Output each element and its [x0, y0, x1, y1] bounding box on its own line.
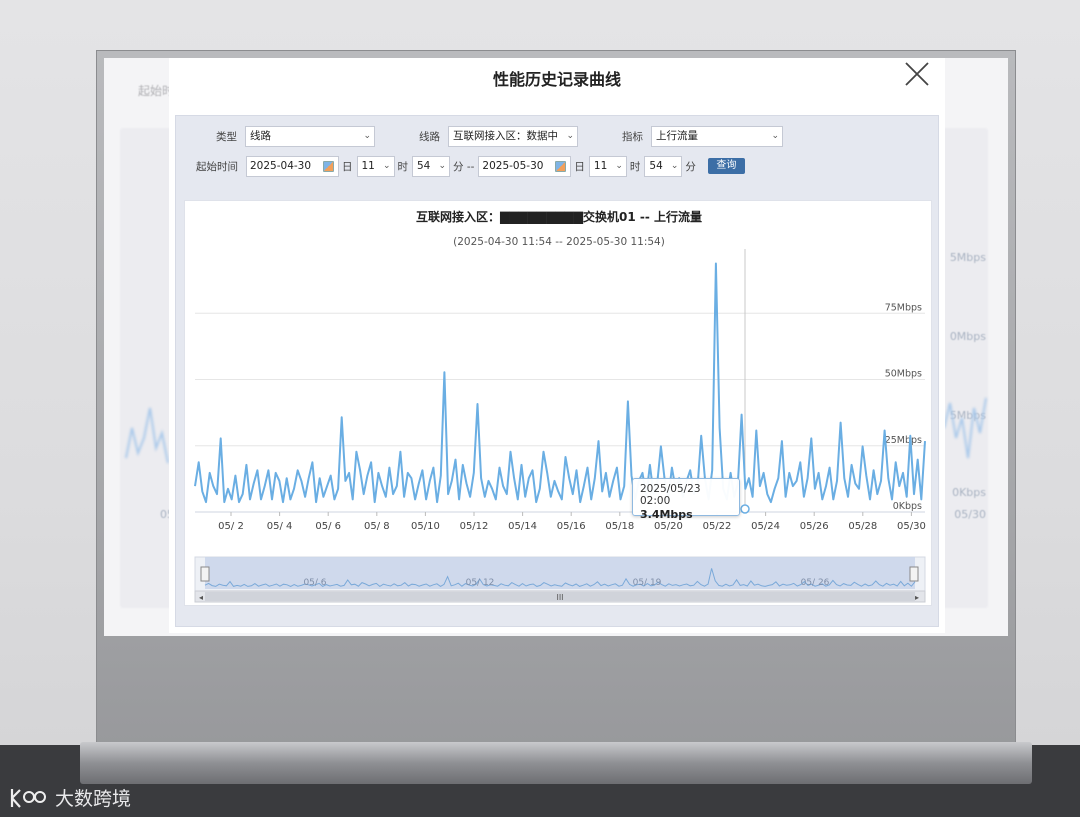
chevron-down-icon: ⌄	[438, 160, 446, 171]
y-tick-label: 50Mbps	[885, 369, 922, 380]
tooltip-time: 2025/05/23 02:00	[640, 483, 701, 507]
background-curve	[125, 407, 169, 464]
line-select-value: 互联网接入区：数据中	[453, 129, 558, 142]
x-tick-label: 05/30	[897, 521, 926, 532]
chart-tooltip: 2025/05/23 02:00 3.4Mbps	[632, 478, 740, 521]
x-tick-label: 05/12	[460, 521, 489, 532]
hour-unit: 时	[397, 160, 409, 173]
navigator-label: 05/ 26	[801, 578, 830, 588]
x-tick-label: 05/14	[508, 521, 537, 532]
end-date-value: 2025-05-30	[482, 159, 544, 172]
navigator-handle	[200, 566, 210, 582]
navigator-label: 05/ 19	[633, 578, 662, 588]
start-min-select[interactable]: 54 ⌄	[412, 155, 450, 177]
calendar-icon[interactable]	[555, 160, 567, 172]
scroll-right-arrow: ▸	[915, 593, 919, 602]
end-min-select[interactable]: 54 ⌄	[644, 155, 683, 177]
start-date-value: 2025-04-30	[250, 159, 312, 172]
line-label: 线路	[419, 130, 440, 143]
min-unit: 分	[685, 160, 696, 173]
x-tick-label: 05/18	[605, 521, 634, 532]
background-tick: 05/30	[954, 508, 986, 521]
end-hour-select[interactable]: 11 ⌄	[588, 155, 627, 177]
y-tick-label: 0Kbps	[893, 501, 922, 512]
metric-select[interactable]: 上行流量 ⌄	[651, 125, 783, 147]
background-tick: 5Mbps	[949, 251, 986, 264]
end-min-value: 54	[649, 159, 663, 172]
chevron-down-icon: ⌄	[363, 130, 371, 141]
chevron-down-icon: ⌄	[771, 130, 779, 141]
performance-history-modal: 性能历史记录曲线 类型 线路 ⌄ 线路 互联网接入区：数据中 ⌄ 指标 上行流量…	[169, 58, 945, 633]
query-panel: 类型 线路 ⌄ 线路 互联网接入区：数据中 ⌄ 指标 上行流量 ⌄ 起始时间 2…	[175, 115, 939, 627]
y-tick-label: 25Mbps	[885, 435, 922, 446]
metric-label: 指标	[622, 130, 643, 143]
x-tick-label: 05/28	[848, 521, 877, 532]
hover-point	[740, 504, 750, 514]
monitor-stand	[80, 742, 1032, 784]
type-select[interactable]: 线路 ⌄	[245, 125, 375, 147]
line-select[interactable]: 互联网接入区：数据中 ⌄	[448, 125, 578, 147]
time-row: 起始时间 2025-04-30 日 11 ⌄ 时 54 ⌄ 分 -- 2025-…	[196, 155, 745, 177]
x-tick-label: 05/ 4	[267, 521, 293, 532]
modal-title: 性能历史记录曲线	[492, 70, 621, 89]
chevron-down-icon: ⌄	[382, 160, 391, 171]
watermark: 大数跨境	[8, 784, 131, 811]
x-tick-label: 05/ 6	[315, 521, 341, 532]
background-tick: 0Kbps	[952, 486, 986, 499]
query-button[interactable]: 查询	[707, 158, 745, 174]
chevron-down-icon: ⌄	[566, 130, 574, 141]
close-icon[interactable]	[903, 60, 931, 88]
calendar-icon[interactable]	[323, 160, 334, 172]
filter-row: 类型 线路 ⌄ 线路 互联网接入区：数据中 ⌄ 指标 上行流量 ⌄	[216, 125, 783, 147]
x-tick-label: 05/ 8	[364, 521, 390, 532]
navigator-label: 05/ 6	[303, 578, 326, 588]
x-tick-label: 05/24	[751, 521, 780, 532]
start-date-input[interactable]: 2025-04-30	[246, 155, 339, 177]
type-label: 类型	[216, 130, 237, 143]
day-unit: 日	[574, 160, 585, 173]
series-line	[194, 262, 926, 504]
start-hour-value: 11	[361, 159, 375, 172]
y-tick-label: 75Mbps	[885, 302, 922, 313]
tooltip-value: 3.4Mbps	[640, 508, 693, 521]
start-hour-select[interactable]: 11 ⌄	[356, 155, 395, 177]
start-min-value: 54	[417, 159, 431, 172]
min-unit-separator: 分 --	[453, 160, 475, 173]
x-tick-label: 05/22	[703, 521, 732, 532]
chevron-down-icon: ⌄	[615, 160, 623, 171]
type-select-value: 线路	[250, 129, 271, 142]
background-curve	[943, 397, 987, 459]
x-tick-label: 05/20	[654, 521, 683, 532]
scroll-left-arrow: ◂	[199, 593, 203, 602]
x-tick-label: 05/10	[411, 521, 440, 532]
navigator-label: 05/ 12	[466, 578, 495, 588]
x-tick-label: 05/16	[557, 521, 586, 532]
metric-select-value: 上行流量	[656, 129, 698, 142]
chart-container: 互联网接入区：▇▇▇▇▇▇▇▇▇交换机01 -- 上行流量 (2025-04-3…	[184, 200, 932, 606]
navigator-handle	[909, 566, 919, 582]
watermark-text: 大数跨境	[55, 788, 132, 810]
line-chart[interactable]: 0Kbps 25Mbps 50Mbps 75Mbps 05/ 2 05/ 4 05/ 6 05…	[185, 201, 933, 607]
scrollbar-grip: III	[556, 593, 563, 602]
x-tick-label: 05/26	[800, 521, 829, 532]
background-tick: 0Mbps	[949, 330, 986, 343]
day-unit: 日	[342, 160, 353, 173]
end-date-input[interactable]: 2025-05-30	[478, 155, 572, 177]
end-hour-value: 11	[593, 159, 608, 172]
hour-unit: 时	[629, 160, 641, 173]
x-tick-label: 05/ 2	[218, 521, 244, 532]
start-time-label: 起始时间	[196, 160, 238, 173]
chevron-down-icon: ⌄	[670, 160, 679, 171]
watermark-logo-icon	[10, 788, 46, 808]
